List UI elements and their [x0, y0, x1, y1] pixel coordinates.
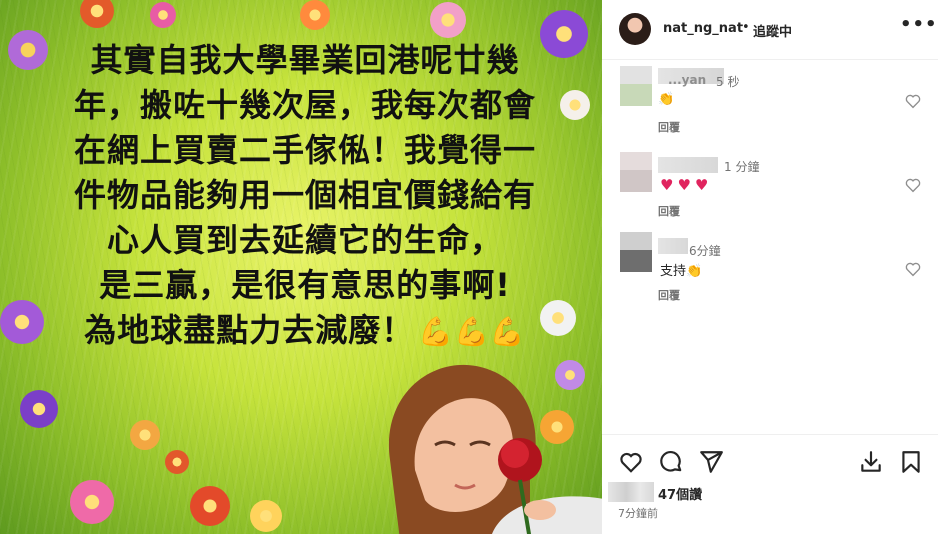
reply-button[interactable]: 回覆 — [658, 203, 680, 219]
quote-line-with-emoji: 為地球盡點力去減廢！ 💪💪💪 — [40, 308, 570, 354]
more-options-icon[interactable]: ••• — [900, 14, 938, 35]
post-quote-text: 其實自我大學畢業回港呢廿幾 年，搬咗十幾次屋，我每次都會 在網上買賣二手傢俬！我… — [40, 38, 570, 354]
commenter-avatar[interactable] — [620, 232, 652, 272]
flower-decoration — [130, 420, 160, 450]
comment-time: 6分鐘 — [689, 244, 721, 258]
comment-item: 6分鐘 支持👏 回覆 — [602, 230, 938, 308]
download-icon[interactable] — [858, 449, 884, 475]
liker-avatars-redacted — [608, 482, 654, 502]
reply-button[interactable]: 回覆 — [658, 119, 680, 135]
comment-item: 1 分鐘 ♥♥♥ 回覆 — [602, 146, 938, 224]
quote-line: 是三贏，是很有意思的事啊! — [99, 266, 511, 304]
post-header: nat_ng_nat • 追蹤中 ••• — [602, 0, 938, 60]
quote-line: 其實自我大學畢業回港呢廿幾 — [90, 41, 520, 79]
flower-decoration — [300, 0, 330, 30]
quote-line: 為地球盡點力去減廢！ — [84, 311, 415, 349]
comment-time: 5 秒 — [716, 75, 740, 89]
flower-decoration — [165, 450, 189, 474]
flower-decoration — [0, 300, 44, 344]
comment-text: ♥♥♥ — [660, 176, 713, 194]
separator-dot: • — [742, 20, 750, 35]
comment-item: ...yan 5 秒 👏 回覆 — [602, 62, 938, 140]
bookmark-icon[interactable] — [898, 449, 924, 475]
post-action-bar: 47個讚 7分鐘前 — [602, 434, 938, 534]
comment-like-heart-icon[interactable] — [904, 92, 922, 110]
commenter-avatar[interactable] — [620, 152, 652, 192]
flower-decoration — [20, 390, 58, 428]
post-side-panel: nat_ng_nat • 追蹤中 ••• ...yan 5 秒 👏 回覆 1 分… — [602, 0, 938, 534]
post-image[interactable]: 其實自我大學畢業回港呢廿幾 年，搬咗十幾次屋，我每次都會 在網上買賣二手傢俬！我… — [0, 0, 602, 534]
flower-decoration — [70, 480, 114, 524]
comment-bubble-icon[interactable] — [658, 449, 684, 475]
following-button[interactable]: 追蹤中 — [753, 21, 792, 40]
commenter-avatar[interactable] — [620, 66, 652, 106]
comment-like-heart-icon[interactable] — [904, 260, 922, 278]
flower-decoration — [250, 500, 282, 532]
flower-decoration — [190, 486, 230, 526]
girl-with-rose-illustration — [388, 364, 602, 534]
commenter-name-fragment[interactable]: ...yan — [668, 73, 706, 87]
comment-text: 支持👏 — [660, 264, 703, 279]
send-icon[interactable] — [698, 449, 724, 475]
comment-like-heart-icon[interactable] — [904, 176, 922, 194]
reply-button[interactable]: 回覆 — [658, 287, 680, 303]
comment-time: 1 分鐘 — [724, 160, 760, 174]
commenter-name-redacted — [658, 157, 718, 173]
quote-line: 在網上買賣二手傢俬！我覺得一 — [73, 131, 536, 169]
author-username[interactable]: nat_ng_nat — [663, 21, 743, 36]
heart-outline-icon[interactable] — [618, 449, 644, 475]
flexed-biceps-icon: 💪💪💪 — [418, 315, 526, 348]
likes-count[interactable]: 47個讚 — [658, 484, 702, 503]
quote-line: 年，搬咗十幾次屋，我每次都會 — [73, 86, 536, 124]
flower-decoration — [430, 2, 466, 38]
post-timestamp: 7分鐘前 — [618, 507, 658, 520]
author-avatar[interactable] — [619, 13, 651, 45]
quote-line: 件物品能夠用一個相宜價錢給有 — [73, 176, 536, 214]
flower-decoration — [150, 2, 176, 28]
commenter-name-redacted — [658, 238, 688, 254]
comment-text: 👏 — [658, 92, 675, 107]
quote-line: 心人買到去延續它的生命， — [106, 221, 503, 259]
